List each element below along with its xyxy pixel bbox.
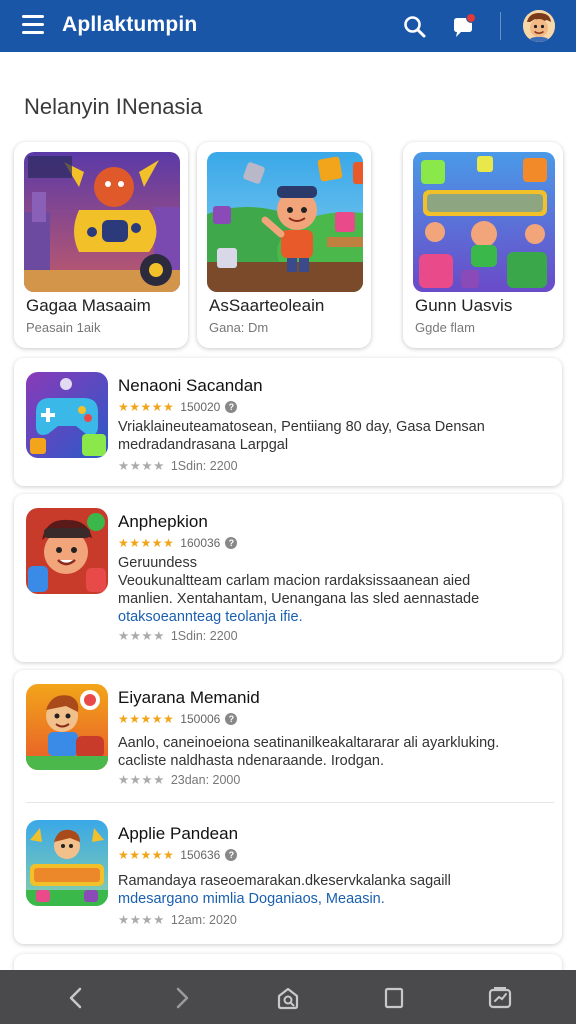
notification-badge [466, 13, 476, 23]
description-line: Ramandaya raseoemarakan.dkeservkalanka s… [118, 873, 451, 889]
list-card-partial [14, 954, 562, 970]
info-icon[interactable]: ? [225, 849, 238, 861]
app-icon [26, 372, 108, 458]
recents-icon [488, 987, 512, 1009]
footer-stars: ★★★★ [118, 913, 165, 927]
chevron-left-icon [69, 987, 82, 1009]
footer-text: 1Sdin: 2200 [170, 629, 238, 643]
menu-icon-line [22, 23, 44, 26]
menu-icon-line [22, 31, 44, 34]
rating-row: ★★★★★ 150006 ? [118, 712, 238, 726]
forward-button[interactable] [168, 984, 196, 1012]
description-line: Vriaklaineuteamatosean, Pentiiang 80 day… [118, 419, 485, 435]
list-item[interactable]: Anphepkion ★★★★★ 160036 ? Geruundess Veo… [14, 494, 562, 662]
list-item-title: Applie Pandean [118, 824, 239, 843]
rating-row: ★★★★★ 150020 ? [118, 400, 238, 414]
menu-button[interactable] [22, 15, 44, 35]
list-item[interactable]: Nenaoni Sacandan ★★★★★ 150020 ? Vriaklai… [14, 358, 562, 486]
info-icon[interactable]: ? [225, 713, 238, 725]
list-item-title: Anphepkion [118, 512, 208, 531]
app-bar: Apllaktumpin [0, 0, 576, 52]
rating-count: 150636 [180, 848, 221, 862]
featured-card[interactable]: Gunn Uasvis Ggde flam [403, 142, 563, 348]
featured-card-title: AsSaarteoleain [209, 296, 325, 315]
footer-text: 12am: 2020 [170, 913, 237, 927]
list-item-footer: ★★★★ 12am: 2020 [118, 912, 237, 927]
recents-button[interactable] [486, 984, 514, 1012]
rating-count: 150020 [180, 400, 221, 414]
list-item-title: Eiyarana Memanid [118, 688, 260, 707]
list-item[interactable]: Eiyarana Memanid ★★★★★ 150006 ? Aanlo, c… [14, 670, 562, 800]
back-button[interactable] [62, 984, 90, 1012]
app-icon [26, 508, 108, 594]
description-line: manlien. Xentahantam, Uenangana las sled… [118, 591, 480, 607]
featured-card[interactable]: Gagaa Masaaim Peasain 1aik [14, 142, 188, 348]
rating-count: 150006 [180, 712, 221, 726]
list-item[interactable]: Applie Pandean ★★★★★ 150636 ? Ramandaya … [14, 806, 562, 940]
rating-count: 160036 [180, 536, 221, 550]
description-link[interactable]: mdesargano mimlia Doganiaos, Meaasin. [118, 890, 548, 908]
notifications-button[interactable] [450, 13, 478, 41]
description-line: medradandrasana Larpgal [118, 437, 289, 453]
list-item-description: Ramandaya raseoemarakan.dkeservkalanka s… [118, 872, 548, 908]
bottom-navigation [0, 970, 576, 1024]
app-icon [26, 820, 108, 906]
rating-stars: ★★★★★ [118, 536, 175, 550]
list-card: Anphepkion ★★★★★ 160036 ? Geruundess Veo… [14, 494, 562, 662]
app-title: Apllaktumpin [62, 13, 198, 36]
user-avatar[interactable] [523, 10, 555, 42]
info-icon[interactable]: ? [225, 537, 238, 549]
list-item-title: Nenaoni Sacandan [118, 376, 263, 395]
featured-card-subtitle: Peasain 1aik [26, 320, 101, 335]
description-line: Geruundess [118, 555, 197, 571]
tabs-button[interactable] [380, 984, 408, 1012]
chevron-right-icon [176, 987, 189, 1009]
menu-icon-line [22, 15, 44, 18]
footer-text: 1Sdin: 2200 [170, 459, 238, 473]
footer-stars: ★★★★ [118, 459, 165, 473]
avatar-icon [523, 10, 555, 42]
description-line: cacliste naldhasta ndenaraande. Irodgan. [118, 753, 385, 769]
list-item-description: Vriaklaineuteamatosean, Pentiiang 80 day… [118, 418, 548, 454]
footer-text: 23dan: 2000 [170, 773, 241, 787]
description-line: Veoukunaltteam carlam macion rardaksissa… [118, 573, 471, 589]
game-thumbnail [413, 152, 555, 292]
rating-stars: ★★★★★ [118, 712, 175, 726]
app-icon [26, 684, 108, 770]
list-item-description: Geruundess Veoukunaltteam carlam macion … [118, 554, 548, 626]
footer-stars: ★★★★ [118, 773, 165, 787]
main-content: Nelanyin INenasia Gagaa Masaaim Peasain … [0, 52, 576, 970]
section-title: Nelanyin INenasia [24, 94, 203, 119]
featured-card-title: Gunn Uasvis [415, 296, 513, 315]
rating-stars: ★★★★★ [118, 400, 175, 414]
item-divider [26, 802, 554, 803]
description-line: Aanlo, caneinoeiona seatinanilkeakaltara… [118, 735, 500, 751]
search-icon [404, 16, 426, 38]
list-item-footer: ★★★★ 23dan: 2000 [118, 772, 240, 787]
rating-row: ★★★★★ 150636 ? [118, 848, 238, 862]
appbar-divider [500, 12, 501, 40]
rating-row: ★★★★★ 160036 ? [118, 536, 238, 550]
list-item-description: Aanlo, caneinoeiona seatinanilkeakaltara… [118, 734, 548, 770]
list-item-footer: ★★★★ 1Sdin: 2200 [118, 458, 238, 473]
list-item-footer: ★★★★ 1Sdin: 2200 [118, 628, 238, 643]
footer-stars: ★★★★ [118, 629, 165, 643]
tabs-icon [384, 987, 404, 1009]
home-button[interactable] [274, 984, 302, 1012]
home-icon [277, 987, 299, 1010]
featured-card-title: Gagaa Masaaim [26, 296, 151, 315]
list-card: Nenaoni Sacandan ★★★★★ 150020 ? Vriaklai… [14, 358, 562, 486]
game-thumbnail [207, 152, 363, 292]
featured-card[interactable]: AsSaarteoleain Gana: Dm [197, 142, 371, 348]
rating-stars: ★★★★★ [118, 848, 175, 862]
description-link[interactable]: otaksoeannteag teolanja ifie. [118, 608, 548, 626]
featured-card-subtitle: Ggde flam [415, 320, 475, 335]
list-card: Eiyarana Memanid ★★★★★ 150006 ? Aanlo, c… [14, 670, 562, 944]
featured-card-subtitle: Gana: Dm [209, 320, 269, 335]
game-thumbnail [24, 152, 180, 292]
search-button[interactable] [402, 14, 428, 40]
featured-row: Gagaa Masaaim Peasain 1aik AsSaarteoleai… [14, 142, 574, 352]
info-icon[interactable]: ? [225, 401, 238, 413]
